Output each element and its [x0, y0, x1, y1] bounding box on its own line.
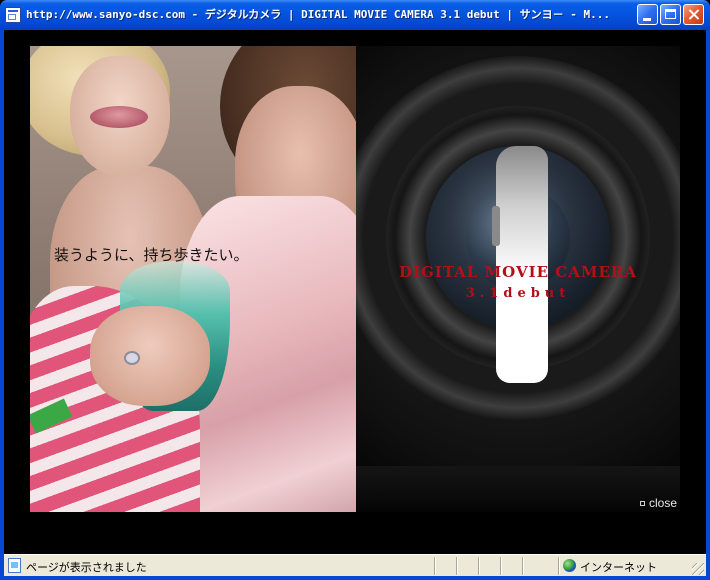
resize-grip-icon[interactable]	[692, 563, 704, 575]
status-text: ページが表示されました	[26, 561, 147, 574]
close-link[interactable]: close	[640, 496, 677, 510]
globe-icon	[563, 559, 576, 572]
window-title: http://www.sanyo-dsc.com - デジタルカメラ | DIG…	[26, 8, 611, 21]
status-bar: ページが表示されました インターネット	[4, 554, 706, 576]
product-title: DIGITAL MOVIE CAMERA	[398, 263, 638, 281]
page-status-icon	[8, 558, 21, 573]
close-label: close	[649, 496, 678, 510]
bullet-icon	[640, 501, 645, 507]
window-frame-right	[706, 30, 710, 580]
security-zone[interactable]: インターネット	[560, 557, 706, 575]
minimize-button[interactable]	[637, 4, 658, 25]
product-subtitle: 3.1debut	[465, 286, 571, 301]
zone-label: インターネット	[580, 561, 657, 574]
fashion-photo	[30, 46, 356, 512]
title-bar[interactable]: http://www.sanyo-dsc.com - デジタルカメラ | DIG…	[0, 0, 710, 30]
maximize-button[interactable]	[660, 4, 681, 25]
tagline-caption: 装うように、持ち歩きたい。	[54, 246, 249, 264]
window-frame-bottom	[0, 576, 710, 580]
ie-page-icon[interactable]	[5, 7, 21, 23]
page-content: 装うように、持ち歩きたい。 DIGITAL MOVIE CAMERA 3.1de…	[4, 30, 706, 554]
close-window-button[interactable]	[683, 4, 704, 25]
